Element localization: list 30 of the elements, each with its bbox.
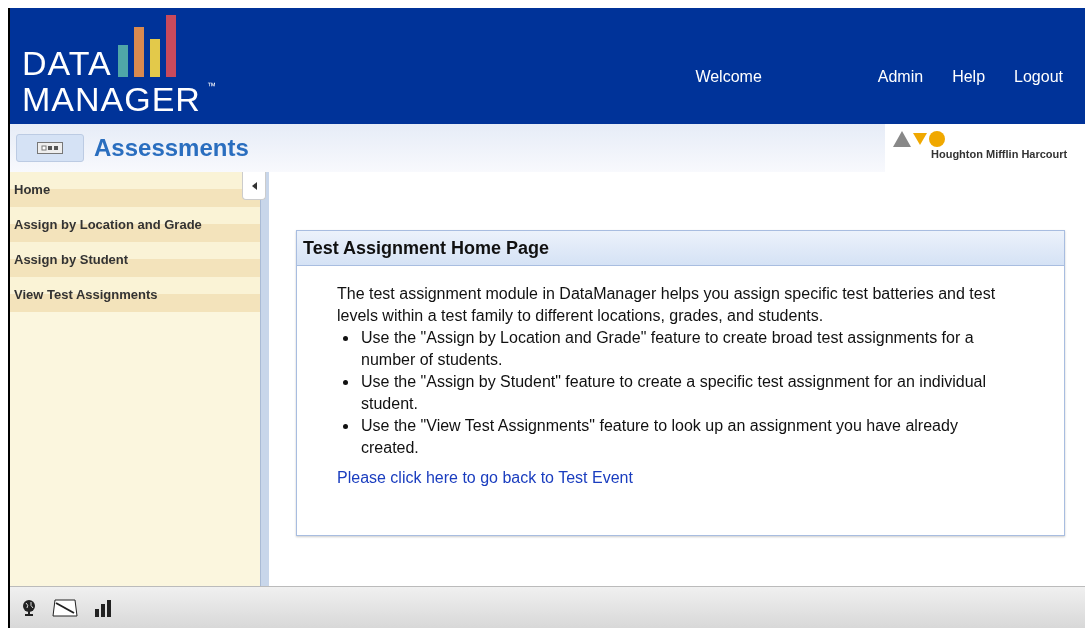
nav-link[interactable]: Logout (1014, 68, 1063, 86)
sidebar-item[interactable]: View Test Assignments (10, 277, 260, 312)
globe-icon[interactable] (22, 598, 36, 617)
nav-link[interactable]: Help (952, 68, 986, 86)
intro-text: The test assignment module in DataManager helps you assign specific test batteries and test levels within a test family to different locations, grades, and students. (337, 284, 997, 326)
bullet-dot (343, 336, 348, 341)
nav-link[interactable]: Admin (877, 68, 924, 86)
bar-chart-icon[interactable] (94, 598, 114, 617)
chart-sheet-icon[interactable] (52, 598, 78, 617)
sidebar-item[interactable]: Home (10, 172, 260, 207)
shapes-logo-icon (893, 130, 945, 148)
bullet-text: Use the "Assign by Student" feature to create a specific test assignment for an individual student. (361, 372, 988, 414)
logo-text: DATA (22, 45, 112, 81)
logo-text: MANAGER (22, 81, 201, 117)
collapse-button[interactable] (242, 172, 266, 200)
back-link[interactable]: Please click here to go back to Test Event (337, 467, 633, 489)
panel-title: Test Assignment Home Page (303, 237, 550, 259)
nav-link[interactable]: Welcome (695, 68, 762, 86)
dots-icon (37, 142, 63, 154)
module-button[interactable] (16, 134, 84, 162)
trademark: ™ (206, 81, 216, 91)
bullet-text: Use the "View Test Assignments" feature to look up an assignment you have already created. (361, 416, 959, 458)
page-title: Assessments (94, 134, 249, 162)
left-triangle-icon (251, 181, 257, 190)
bullet-text: Use the "Assign by Location and Grade" feature to create broad test assignments for a number of students. (361, 328, 975, 370)
bullet-dot (343, 380, 348, 385)
sidebar-item[interactable]: Assign by Student (10, 242, 260, 277)
bullet-dot (343, 424, 348, 429)
sidebar-item[interactable]: Assign by Location and Grade (10, 207, 260, 242)
brand-name: Houghton Mifflin Harcourt (931, 148, 1069, 160)
